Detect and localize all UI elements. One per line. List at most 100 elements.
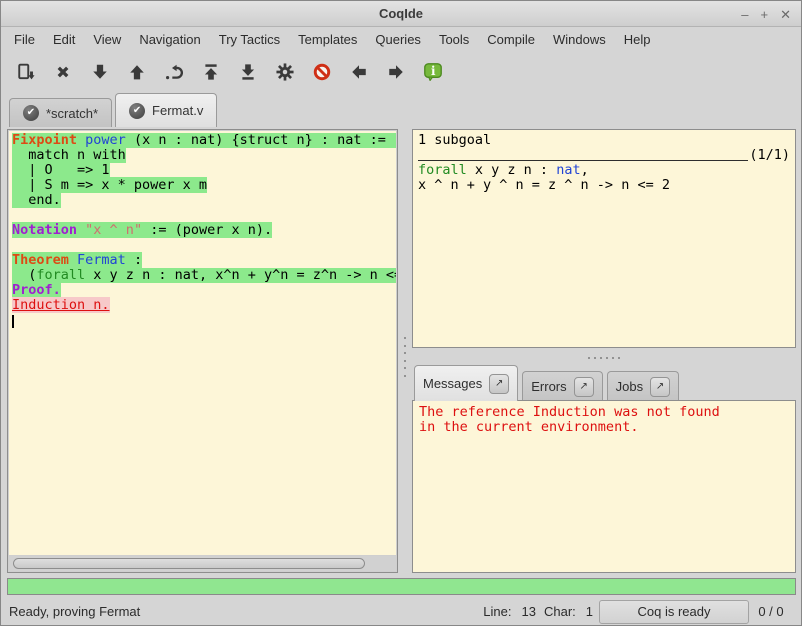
tab-label: Errors	[531, 379, 566, 394]
check-icon: ✔	[129, 103, 145, 119]
code-line: Theorem Fermat :	[12, 253, 396, 268]
cross-icon	[54, 63, 72, 81]
code-line: 1 subgoal	[418, 133, 790, 148]
goal-separator	[418, 160, 748, 161]
status-message: Ready, proving Fermat	[9, 604, 140, 619]
tab-jobs[interactable]: Jobs ↗	[607, 371, 679, 401]
window-title: CoqIde	[379, 6, 423, 21]
messages-panel[interactable]: The reference Induction was not foundin …	[412, 400, 796, 573]
code-line: end.	[12, 193, 396, 208]
menu-bar: FileEditViewNavigationTry TacticsTemplat…	[1, 27, 801, 51]
info-balloon-icon: i	[424, 63, 442, 81]
previous-button[interactable]	[340, 54, 377, 90]
backward-button[interactable]	[118, 54, 155, 90]
arrow-right-icon	[387, 63, 405, 81]
close-button[interactable]: ✕	[780, 8, 791, 21]
menu-edit[interactable]: Edit	[44, 29, 84, 50]
menu-help[interactable]: Help	[615, 29, 660, 50]
menu-queries[interactable]: Queries	[366, 29, 430, 50]
menu-compile[interactable]: Compile	[478, 29, 544, 50]
go-to-cursor-button[interactable]	[155, 54, 192, 90]
pane-splitter-horizontal[interactable]	[412, 354, 796, 362]
arrow-to-top-icon	[202, 63, 220, 81]
char-label: Char:	[544, 604, 576, 619]
interrupt-button[interactable]	[303, 54, 340, 90]
script-pane: Fixpoint power (x n : nat) {struct n} : …	[7, 129, 398, 573]
detach-icon: ↗	[495, 378, 503, 389]
code-editor[interactable]: Fixpoint power (x n : nat) {struct n} : …	[9, 131, 396, 555]
detach-button[interactable]: ↗	[574, 377, 594, 397]
menu-navigation[interactable]: Navigation	[130, 29, 209, 50]
menu-file[interactable]: File	[5, 29, 44, 50]
menu-templates[interactable]: Templates	[289, 29, 366, 50]
char-value: 1	[586, 604, 593, 619]
tab-label: Fermat.v	[152, 103, 203, 118]
line-label: Line:	[483, 604, 511, 619]
tab-fermat-v[interactable]: ✔ Fermat.v	[115, 93, 217, 127]
menu-try-tactics[interactable]: Try Tactics	[210, 29, 289, 50]
tab-label: Messages	[423, 376, 482, 391]
message-line: The reference Induction was not found	[419, 405, 789, 420]
prohibition-icon	[313, 63, 331, 81]
text-cursor	[12, 315, 14, 328]
code-line: Proof.	[12, 283, 396, 298]
code-line: x ^ n + y ^ n = z ^ n -> n <= 2	[418, 178, 790, 193]
arrow-up-icon	[128, 63, 146, 81]
tab-label: Jobs	[616, 379, 643, 394]
arrow-to-bottom-icon	[239, 63, 257, 81]
goal-counter: (1/1)	[749, 148, 790, 163]
make-button[interactable]	[266, 54, 303, 90]
gear-icon	[276, 63, 294, 81]
goal-panel[interactable]: 1 subgoal(1/1)forall x y z n : nat,x ^ n…	[412, 129, 796, 348]
minimize-button[interactable]: –	[741, 8, 748, 21]
code-line: Fixpoint power (x n : nat) {struct n} : …	[12, 133, 396, 148]
detach-icon: ↗	[656, 381, 664, 392]
code-line	[12, 313, 396, 328]
code-line: forall x y z n : nat,	[418, 163, 790, 178]
save-buffer-button[interactable]	[7, 54, 44, 90]
code-line: match n with	[12, 148, 396, 163]
page-down-icon	[17, 63, 35, 81]
pane-splitter-vertical[interactable]	[401, 337, 409, 377]
about-button[interactable]: i	[414, 54, 451, 90]
message-line: in the current environment.	[419, 420, 789, 435]
scrollbar-thumb[interactable]	[13, 558, 365, 569]
tab-scratch[interactable]: ✔ *scratch*	[9, 98, 112, 127]
menu-view[interactable]: View	[84, 29, 130, 50]
check-icon: ✔	[23, 105, 39, 121]
job-counter: 0 / 0	[749, 604, 793, 619]
menu-windows[interactable]: Windows	[544, 29, 615, 50]
coqide-window: CoqIde –+ ✕ FileEditViewNavigationTry Tac…	[0, 0, 802, 626]
tab-errors[interactable]: Errors ↗	[522, 371, 602, 401]
message-tabs: Messages ↗ Errors ↗ Jobs ↗	[412, 364, 796, 401]
svg-text:i: i	[430, 64, 435, 78]
horizontal-scrollbar[interactable]	[9, 556, 396, 571]
detach-button[interactable]: ↗	[489, 374, 509, 394]
progress-bar	[7, 578, 796, 595]
title-bar[interactable]: CoqIde –+ ✕	[1, 1, 801, 27]
arrow-down-icon	[91, 63, 109, 81]
code-line: (forall x y z n : nat, x^n + y^n = z^n -…	[12, 268, 396, 283]
maximize-button[interactable]: +	[761, 8, 769, 21]
code-line: | S m => x * power x m	[12, 178, 396, 193]
line-value: 13	[522, 604, 536, 619]
detach-icon: ↗	[579, 381, 587, 392]
code-line	[12, 238, 396, 253]
status-bar: Ready, proving Fermat Line: 13 Char: 1 C…	[1, 597, 801, 626]
go-to-end-button[interactable]	[229, 54, 266, 90]
window-controls: –+ ✕	[741, 1, 791, 27]
code-line: Induction n.	[12, 298, 396, 313]
restart-button[interactable]	[44, 54, 81, 90]
tab-messages[interactable]: Messages ↗	[414, 365, 518, 401]
coq-state-indicator: Coq is ready	[599, 600, 749, 624]
detach-button[interactable]: ↗	[650, 377, 670, 397]
go-to-start-button[interactable]	[192, 54, 229, 90]
editor-tabs: ✔ *scratch* ✔ Fermat.v	[1, 93, 801, 127]
code-line: Notation "x ^ n" := (power x n).	[12, 223, 396, 238]
code-line: (1/1)	[418, 148, 790, 163]
menu-tools[interactable]: Tools	[430, 29, 478, 50]
next-button[interactable]	[377, 54, 414, 90]
toolbar: i	[1, 51, 801, 93]
forward-button[interactable]	[81, 54, 118, 90]
tab-label: *scratch*	[46, 106, 98, 121]
